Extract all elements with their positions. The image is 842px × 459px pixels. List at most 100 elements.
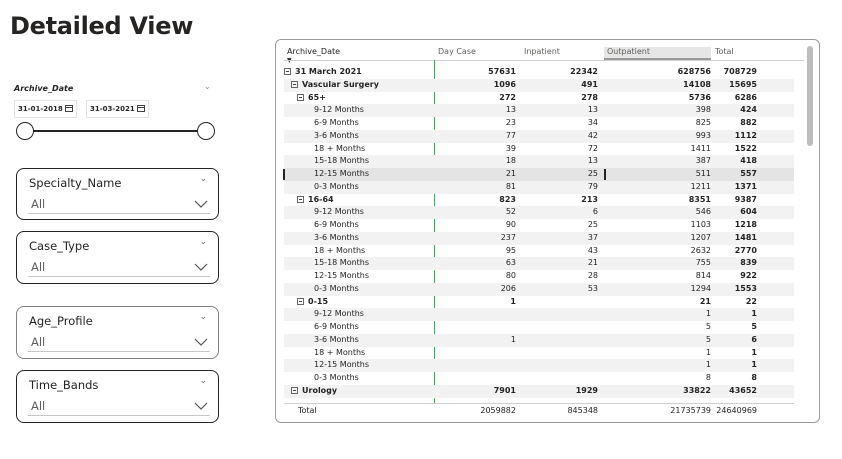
dropdown-arrow-icon[interactable] [194,338,208,346]
table-row[interactable]: 0-3 Months 81 79 1211 1371 [284,180,794,194]
table-row[interactable]: 0-15 1 21 22 [284,296,794,309]
table-row[interactable]: 18 + Months 39 72 1411 1522 [284,143,794,156]
row-header[interactable]: 16-64 [297,194,334,207]
row-label: 6-9 Months [314,118,359,127]
row-label: 3-6 Months [314,130,359,140]
header-total[interactable]: Total [715,47,734,60]
collapse-icon[interactable] [297,195,304,203]
table-row[interactable]: 9-12 Months 52 6 546 604 [284,206,794,219]
slider-start-handle[interactable] [16,122,34,140]
table-row[interactable]: 15-18 Months 18 13 387 418 [284,155,794,168]
row-header[interactable]: Urology [291,385,337,398]
header-outpatient[interactable]: Outpatient [604,47,711,60]
header-archive-date[interactable]: Archive_Date [287,47,340,60]
time-bands-slicer[interactable]: Time_Bands ⌄ All [16,370,219,423]
row-header: 6-9 Months [314,117,359,130]
cell-total: 2770 [734,245,757,255]
row-label: 12-15 Months [314,360,370,370]
detail-matrix: Archive_Date ▼ Day Case Inpatient Outpat… [275,39,820,423]
row-header: 18 + Months [314,143,365,156]
dropdown-arrow-icon[interactable] [194,263,208,271]
table-row[interactable]: 15-18 Months 63 21 755 839 [284,257,794,270]
end-date-input[interactable]: 31-03-2021 [86,100,149,118]
table-row[interactable]: 31 March 2021 57631 22342 628756 708729 [284,66,794,79]
time-bands-dropdown[interactable]: All [28,395,210,416]
end-date-value: 31-03-2021 [90,105,135,113]
table-row[interactable]: Urology 7901 1929 33822 43652 [284,384,794,398]
table-row[interactable]: 65+ 272 278 5736 6286 [284,92,794,105]
row-header[interactable]: Vascular Surgery [291,79,379,92]
collapse-icon[interactable] [297,297,304,305]
specialty-name-slicer[interactable]: Specialty_Name ⌄ All [16,168,219,220]
cell-inpatient: 28 [587,271,598,280]
chevron-down-icon[interactable]: ⌄ [204,82,211,91]
row-label: 12-15 Months [314,271,370,280]
header-day-case[interactable]: Day Case [438,47,476,60]
calendar-icon[interactable] [136,105,145,112]
collapse-icon[interactable] [284,68,291,75]
table-row[interactable]: 3-6 Months 77 42 993 1112 [284,129,794,143]
table-row[interactable]: 16-64 823 213 8351 9387 [284,194,794,207]
table-row[interactable]: 3-6 Months 1 5 6 [284,333,794,347]
dropdown-arrow-icon[interactable] [194,402,208,410]
table-row[interactable]: Vascular Surgery 1096 491 14108 15695 [284,78,794,92]
cell-inpatient: 6 [592,207,598,217]
table-row[interactable]: 6-9 Months 23 34 825 882 [284,117,794,130]
total-row: Total 2059882 845348 21735739 24640969 [284,403,794,417]
collapse-icon[interactable] [291,80,298,88]
case-type-dropdown[interactable]: All [28,256,210,277]
date-range-slider-track[interactable] [25,130,206,132]
table-row[interactable]: 3-6 Months 237 37 1207 1481 [284,231,794,245]
slider-end-handle[interactable] [197,122,215,140]
calendar-icon[interactable] [64,105,73,112]
total-day-case: 2059882 [480,406,516,415]
cell-outpatient: 1103 [690,220,711,229]
row-header[interactable]: 0-15 [297,296,328,309]
chevron-down-icon[interactable]: ⌄ [199,376,207,386]
case-type-slicer[interactable]: Case_Type ⌄ All [16,231,219,284]
vertical-scrollbar[interactable] [807,46,813,146]
row-label: 15-18 Months [314,156,370,166]
header-inpatient[interactable]: Inpatient [524,47,560,60]
table-row[interactable]: 9-12 Months 13 13 398 424 [284,104,794,117]
cell-outpatient: 21 [699,296,711,306]
total-label: Total [298,406,317,415]
cell-inpatient: 43 [587,245,598,255]
row-header: 15-18 Months [314,155,369,168]
age-profile-slicer[interactable]: Age_Profile ⌄ All [16,306,219,359]
age-profile-dropdown[interactable]: All [28,331,210,352]
cell-inpatient: 1929 [575,385,598,395]
table-row[interactable]: 18 + Months 1 1 [284,347,794,360]
table-row[interactable]: 12-15 Months 21 25 511 557 [283,168,794,181]
specialty-name-dropdown[interactable]: All [28,193,210,214]
row-label: 18 + Months [314,245,366,255]
dropdown-arrow-icon[interactable] [194,200,208,208]
cell-day-case: 57631 [488,67,516,76]
collapse-icon[interactable] [291,386,298,394]
collapse-icon[interactable] [297,93,304,101]
table-row[interactable]: 0-3 Months 206 53 1294 1553 [284,282,794,296]
table-row[interactable]: 0-3 Months 8 8 [284,372,794,385]
table-row[interactable]: 12-15 Months 80 28 814 922 [284,270,794,283]
row-header[interactable]: 31 March 2021 [284,66,362,79]
table-row[interactable]: 18 + Months 95 43 2632 2770 [284,245,794,258]
chevron-down-icon[interactable]: ⌄ [199,174,207,184]
table-row[interactable]: 12-15 Months 1 1 [284,359,794,372]
cell-total: 1218 [734,220,757,229]
cell-day-case: 21 [505,169,516,178]
chevron-down-icon[interactable]: ⌄ [199,237,207,247]
start-date-input[interactable]: 31-01-2018 [14,100,77,118]
table-row[interactable]: 6-9 Months 90 25 1103 1218 [284,219,794,232]
cell-total: 15695 [729,79,757,89]
row-header[interactable]: 65+ [297,92,326,105]
cell-outpatient: 5 [705,322,711,331]
row-header: 18 + Months [314,245,365,258]
chevron-down-icon[interactable]: ⌄ [199,312,207,322]
cell-outpatient: 511 [695,169,711,178]
cell-day-case: 90 [505,220,516,229]
cell-total: 5 [751,322,757,331]
table-row[interactable]: 6-9 Months 5 5 [284,321,794,334]
cell-inpatient: 491 [581,79,598,89]
table-row[interactable]: 9-12 Months 1 1 [284,308,794,321]
cell-outpatient: 1 [705,347,711,357]
